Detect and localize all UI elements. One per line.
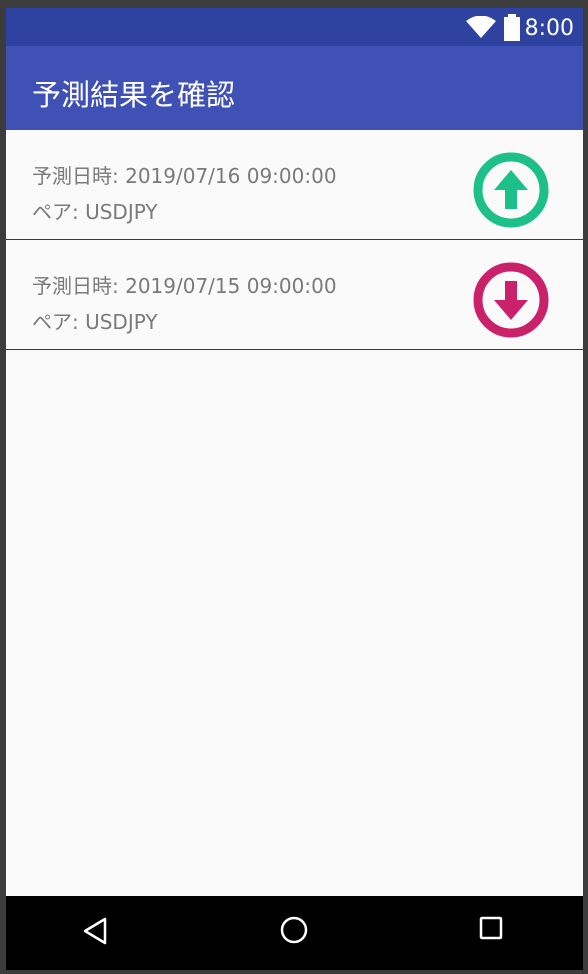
currency-pair: ペア: USDJPY	[32, 200, 158, 224]
wifi-icon	[466, 16, 496, 38]
prediction-date: 予測日時: 2019/07/16 09:00:00	[32, 164, 337, 188]
arrow-down-circle-icon	[473, 262, 549, 338]
back-icon[interactable]	[82, 916, 108, 946]
status-bar: 8:00	[6, 8, 583, 46]
list-item[interactable]: 予測日時: 2019/07/16 09:00:00 ペア: USDJPY	[6, 130, 583, 240]
currency-pair: ペア: USDJPY	[32, 310, 158, 334]
screen: 8:00 予測結果を確認 予測日時: 2019/07/16 09:00:00 ペ…	[6, 8, 583, 970]
page-title: 予測結果を確認	[32, 78, 236, 112]
prediction-list: 予測日時: 2019/07/16 09:00:00 ペア: USDJPY 予測日…	[6, 130, 583, 350]
home-icon[interactable]	[280, 916, 308, 944]
app-bar: 予測結果を確認	[6, 46, 583, 130]
recent-apps-icon[interactable]	[479, 916, 503, 940]
prediction-date: 予測日時: 2019/07/15 09:00:00	[32, 274, 337, 298]
navigation-bar	[6, 896, 583, 970]
list-item[interactable]: 予測日時: 2019/07/15 09:00:00 ペア: USDJPY	[6, 240, 583, 350]
arrow-up-circle-icon	[473, 152, 549, 228]
battery-icon	[504, 14, 520, 41]
status-time: 8:00	[524, 16, 574, 41]
